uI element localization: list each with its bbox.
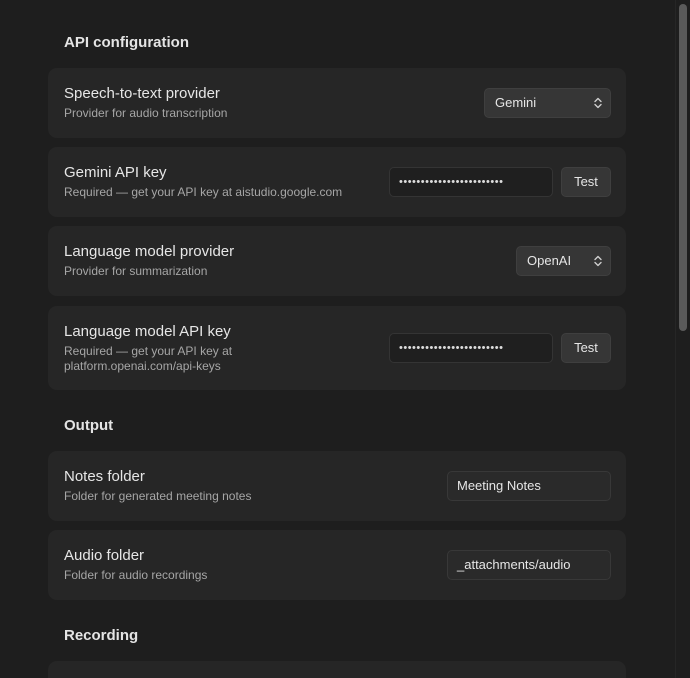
notes-folder-input[interactable]: Meeting Notes (447, 471, 611, 501)
setting-title: Audio folder (64, 547, 145, 564)
section-title-output: Output (64, 417, 114, 434)
setting-description: Provider for summarization (64, 264, 208, 278)
stt-provider-select[interactable]: Gemini (484, 88, 611, 118)
llm-api-key-input[interactable]: •••••••••••••••••••••••• (389, 333, 553, 363)
settings-page: API configuration Speech-to-text provide… (0, 0, 690, 678)
setting-row-audio-folder: Audio folder Folder for audio recordings… (48, 530, 626, 600)
select-value: OpenAI (527, 253, 572, 268)
setting-title: Speech-to-text provider (64, 85, 220, 102)
setting-title: Language model API key (64, 323, 231, 340)
setting-row-notes-folder: Notes folder Folder for generated meetin… (48, 451, 626, 521)
setting-info: Gemini API key Required — get your API k… (64, 164, 384, 200)
setting-row-stt-provider: Speech-to-text provider Provider for aud… (48, 68, 626, 138)
setting-title: Notes folder (64, 468, 145, 485)
setting-info: Language model provider Provider for sum… (64, 243, 354, 279)
setting-row-llm-provider: Language model provider Provider for sum… (48, 226, 626, 296)
setting-row-llm-api-key: Language model API key Required — get yo… (48, 306, 626, 390)
setting-info: Speech-to-text provider Provider for aud… (64, 85, 354, 121)
setting-description: Folder for audio recordings (64, 568, 208, 582)
setting-row-gemini-api-key: Gemini API key Required — get your API k… (48, 147, 626, 217)
select-value: Gemini (495, 95, 537, 110)
setting-description: Required — get your API key at platform.… (64, 344, 233, 373)
section-title-api-configuration: API configuration (64, 34, 189, 51)
setting-info: Notes folder Folder for generated meetin… (64, 468, 354, 504)
chevron-up-down-icon (594, 255, 602, 267)
chevron-up-down-icon (594, 97, 602, 109)
setting-description: Provider for audio transcription (64, 106, 228, 120)
audio-folder-input[interactable]: _attachments/audio (447, 550, 611, 580)
gemini-api-key-input[interactable]: •••••••••••••••••••••••• (389, 167, 553, 197)
setting-row-recording-partial (48, 661, 626, 678)
test-gemini-key-button[interactable]: Test (561, 167, 611, 197)
test-llm-key-button[interactable]: Test (561, 333, 611, 363)
section-title-recording: Recording (64, 627, 139, 644)
setting-description: Required — get your API key at aistudio.… (64, 185, 343, 199)
scrollbar-thumb[interactable] (679, 4, 687, 331)
setting-info: Language model API key Required — get yo… (64, 323, 264, 374)
setting-title: Language model provider (64, 243, 235, 260)
setting-info: Audio folder Folder for audio recordings (64, 547, 354, 583)
llm-provider-select[interactable]: OpenAI (516, 246, 611, 276)
setting-description: Folder for generated meeting notes (64, 489, 252, 503)
setting-title: Gemini API key (64, 164, 167, 181)
